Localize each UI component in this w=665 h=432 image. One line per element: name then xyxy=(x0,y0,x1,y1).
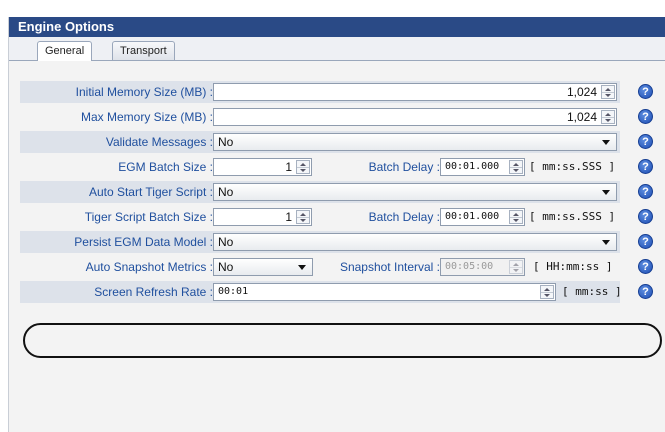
tiger-batch-label: Tiger Script Batch Size : xyxy=(84,210,213,224)
auto-snapshot-value: No xyxy=(218,260,234,274)
highlight-annotation-oval xyxy=(23,323,662,358)
initial-memory-label: Initial Memory Size (MB) : xyxy=(75,85,213,99)
tiger-batch-input[interactable]: 1 xyxy=(213,208,312,226)
tiger-batch-delay-input[interactable]: 00:01.000 xyxy=(440,208,525,226)
help-icon[interactable]: ? xyxy=(638,109,653,124)
persist-egm-label: Persist EGM Data Model : xyxy=(74,235,213,249)
auto-snapshot-row: Auto Snapshot Metrics : No Snapshot Inte… xyxy=(20,256,620,278)
screen-refresh-value: 00:01 xyxy=(218,286,249,297)
tiger-batch-row: Tiger Script Batch Size : 1 Batch Delay … xyxy=(20,206,620,228)
egm-batch-delay-spinner[interactable] xyxy=(509,160,523,174)
tiger-batch-delay-unit: [ mm:ss.SSS ] xyxy=(529,210,616,223)
engine-options-panel: Engine Options General Transport Initial… xyxy=(8,17,665,432)
screen-refresh-input[interactable]: 00:01 xyxy=(213,283,556,301)
egm-batch-delay-unit: [ mm:ss.SSS ] xyxy=(529,160,616,173)
snapshot-interval-unit: [ HH:mm:ss ] xyxy=(533,260,613,273)
max-memory-row: Max Memory Size (MB) : 1,024 xyxy=(20,106,620,128)
help-icon[interactable]: ? xyxy=(638,234,653,249)
validate-messages-value: No xyxy=(218,135,234,149)
egm-batch-delay-input[interactable]: 00:01.000 xyxy=(440,158,525,176)
persist-egm-dropdown[interactable]: No xyxy=(213,233,617,251)
validate-messages-row: Validate Messages : No xyxy=(20,131,620,153)
tab-transport[interactable]: Transport xyxy=(112,41,175,60)
help-icon[interactable]: ? xyxy=(638,134,653,149)
auto-start-value: No xyxy=(218,185,234,199)
max-memory-input[interactable]: 1,024 xyxy=(213,108,617,126)
auto-start-dropdown[interactable]: No xyxy=(213,183,617,201)
screen-refresh-spinner[interactable] xyxy=(540,285,554,299)
panel-title: Engine Options xyxy=(9,17,665,37)
initial-memory-spinner[interactable] xyxy=(601,85,615,99)
tiger-batch-value: 1 xyxy=(285,210,292,224)
help-icon[interactable]: ? xyxy=(638,184,653,199)
screen-refresh-row: Screen Refresh Rate : 00:01 [ mm:ss ] xyxy=(20,281,622,303)
initial-memory-row: Initial Memory Size (MB) : 1,024 xyxy=(20,81,620,103)
chevron-down-icon xyxy=(602,140,610,145)
tab-bar: General Transport xyxy=(9,37,665,61)
auto-start-label: Auto Start Tiger Script : xyxy=(88,185,213,199)
egm-batch-spinner[interactable] xyxy=(296,160,310,174)
chevron-down-icon xyxy=(602,190,610,195)
chevron-down-icon xyxy=(298,265,306,270)
tab-general[interactable]: General xyxy=(37,41,93,61)
egm-batch-label: EGM Batch Size : xyxy=(118,160,213,174)
max-memory-value: 1,024 xyxy=(566,110,597,124)
help-icon[interactable]: ? xyxy=(638,159,653,174)
egm-batch-delay-value: 00:01.000 xyxy=(445,161,500,172)
egm-batch-row: EGM Batch Size : 1 Batch Delay : 00:01.0… xyxy=(20,156,620,178)
tiger-batch-delay-label: Batch Delay : xyxy=(368,210,440,224)
screen-refresh-label: Screen Refresh Rate : xyxy=(94,285,213,299)
help-icon[interactable]: ? xyxy=(638,284,653,299)
persist-egm-row: Persist EGM Data Model : No xyxy=(20,231,620,253)
snapshot-interval-spinner xyxy=(509,260,523,274)
validate-messages-label: Validate Messages : xyxy=(105,135,213,149)
help-icon[interactable]: ? xyxy=(638,209,653,224)
screen-refresh-unit: [ mm:ss ] xyxy=(562,285,622,298)
snapshot-interval-input: 00:05:00 xyxy=(440,258,525,276)
snapshot-interval-value: 00:05:00 xyxy=(445,261,494,272)
tiger-batch-delay-spinner[interactable] xyxy=(509,210,523,224)
tiger-batch-delay-value: 00:01.000 xyxy=(445,211,500,222)
auto-start-row: Auto Start Tiger Script : No xyxy=(20,181,620,203)
auto-snapshot-dropdown[interactable]: No xyxy=(213,258,313,276)
chevron-down-icon xyxy=(602,240,610,245)
persist-egm-value: No xyxy=(218,235,234,249)
auto-snapshot-label: Auto Snapshot Metrics : xyxy=(85,260,213,274)
initial-memory-value: 1,024 xyxy=(566,85,597,99)
initial-memory-input[interactable]: 1,024 xyxy=(213,83,617,101)
snapshot-interval-label: Snapshot Interval : xyxy=(339,260,440,274)
egm-batch-delay-label: Batch Delay : xyxy=(368,160,440,174)
max-memory-label: Max Memory Size (MB) : xyxy=(80,110,213,124)
max-memory-spinner[interactable] xyxy=(601,110,615,124)
help-icon[interactable]: ? xyxy=(638,84,653,99)
validate-messages-dropdown[interactable]: No xyxy=(213,133,617,151)
tiger-batch-spinner[interactable] xyxy=(296,210,310,224)
egm-batch-value: 1 xyxy=(285,160,292,174)
egm-batch-input[interactable]: 1 xyxy=(213,158,312,176)
help-icon[interactable]: ? xyxy=(638,259,653,274)
